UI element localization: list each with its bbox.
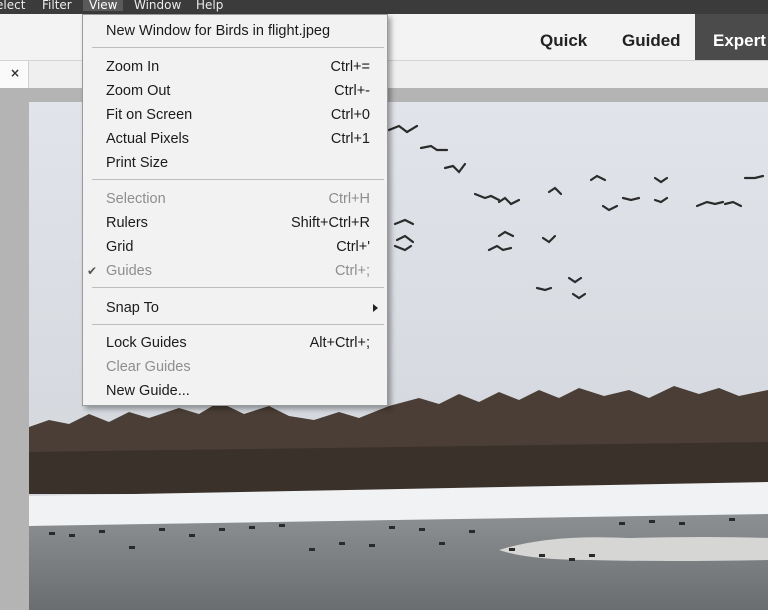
menu-item-shortcut: Alt+Ctrl+; — [309, 335, 370, 351]
menu-item-shortcut: Shift+Ctrl+R — [291, 215, 370, 231]
menu-item-label: Lock Guides — [106, 335, 187, 351]
menu-item-label: New Guide... — [106, 383, 190, 399]
menu-item-print-size[interactable]: Print Size — [83, 152, 387, 174]
mode-quick[interactable]: Quick — [540, 14, 587, 60]
menu-item-shortcut: Ctrl+H — [328, 191, 371, 207]
menu-item-label: Rulers — [106, 215, 148, 231]
menu-item-snap-to[interactable]: Snap To — [83, 297, 387, 319]
menu-view[interactable]: View — [83, 0, 124, 11]
menu-item-lock-guides[interactable]: Lock Guides Alt+Ctrl+; — [83, 332, 387, 354]
mode-expert[interactable]: Expert — [695, 14, 768, 60]
menu-help[interactable]: Help — [190, 0, 229, 11]
menu-item-label: Zoom In — [106, 59, 160, 75]
menu-item-label: Snap To — [106, 300, 159, 316]
menu-item-label: Zoom Out — [106, 83, 171, 99]
menu-separator — [92, 287, 384, 288]
document-tab[interactable]: ) × — [0, 61, 29, 88]
menu-item-zoom-out[interactable]: Zoom Out Ctrl+- — [83, 80, 387, 102]
menu-bar: elect Filter View Window Help — [0, 0, 768, 14]
menu-item-shortcut: Ctrl+= — [330, 59, 371, 75]
menu-item-clear-guides: Clear Guides — [83, 356, 387, 378]
menu-filter[interactable]: Filter — [36, 0, 78, 11]
checkmark-icon: ✔ — [87, 264, 98, 278]
menu-item-label: New Window for Birds in flight.jpeg — [106, 23, 331, 39]
menu-item-selection: Selection Ctrl+H — [83, 188, 387, 210]
menu-item-fit-on-screen[interactable]: Fit on Screen Ctrl+0 — [83, 104, 387, 126]
menu-item-grid[interactable]: Grid Ctrl+' — [83, 236, 387, 258]
menu-window[interactable]: Window — [128, 0, 187, 11]
menu-item-rulers[interactable]: Rulers Shift+Ctrl+R — [83, 212, 387, 234]
menu-item-shortcut: Ctrl+0 — [330, 107, 370, 123]
menu-item-zoom-in[interactable]: Zoom In Ctrl+= — [83, 56, 387, 78]
menu-separator — [92, 179, 384, 180]
menu-select[interactable]: elect — [0, 0, 31, 11]
menu-item-label: Fit on Screen — [106, 107, 193, 123]
submenu-arrow-icon — [373, 304, 378, 312]
menu-item-guides: ✔ Guides Ctrl+; — [83, 260, 387, 282]
menu-item-label: Clear Guides — [106, 359, 191, 375]
menu-item-label: Guides — [106, 263, 152, 279]
menu-item-actual-pixels[interactable]: Actual Pixels Ctrl+1 — [83, 128, 387, 150]
mode-guided[interactable]: Guided — [622, 14, 681, 60]
menu-item-shortcut: Ctrl+' — [336, 239, 370, 255]
menu-separator — [92, 47, 384, 48]
menu-item-new-window[interactable]: New Window for Birds in flight.jpeg — [83, 20, 387, 42]
menu-item-shortcut: Ctrl+- — [334, 83, 370, 99]
menu-item-shortcut: Ctrl+1 — [330, 131, 370, 147]
menu-item-label: Grid — [106, 239, 134, 255]
menu-item-label: Selection — [106, 191, 166, 207]
menu-item-label: Print Size — [106, 155, 169, 171]
menu-separator — [92, 324, 384, 325]
view-menu-dropdown: New Window for Birds in flight.jpeg Zoom… — [82, 14, 388, 406]
menu-item-shortcut: Ctrl+; — [334, 263, 370, 279]
close-icon[interactable]: × — [10, 66, 20, 80]
menu-item-label: Actual Pixels — [106, 131, 190, 147]
menu-item-new-guide[interactable]: New Guide... — [83, 380, 387, 402]
